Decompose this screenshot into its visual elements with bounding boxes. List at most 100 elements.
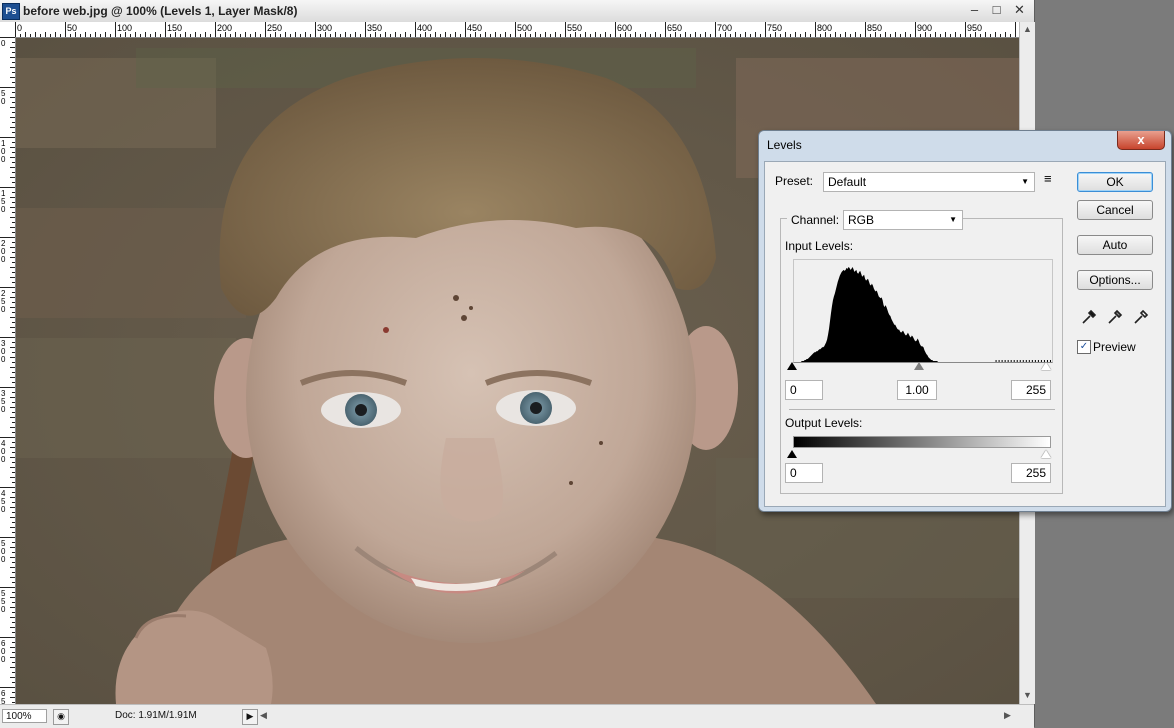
histogram-tail-dot <box>1031 360 1033 362</box>
ruler-left-label: 0 <box>1 255 6 264</box>
histogram-tail-dot <box>995 360 997 362</box>
input-levels-label: Input Levels: <box>785 239 854 253</box>
histogram <box>793 259 1053 363</box>
document-title: before web.jpg @ 100% (Levels 1, Layer M… <box>23 4 298 18</box>
preview-checkbox[interactable]: ✓ <box>1077 340 1091 354</box>
ruler-left-label: 0 <box>1 205 6 214</box>
ruler-left-label: 0 <box>1 605 6 614</box>
histogram-tail-dot <box>1004 360 1006 362</box>
ruler-left-label: 0 <box>1 355 6 364</box>
ruler-top-label: 250 <box>267 23 282 33</box>
histogram-tail-dot <box>1013 360 1015 362</box>
ruler-top-label: 650 <box>667 23 682 33</box>
histogram-area <box>794 266 1052 362</box>
close-document-icon[interactable]: ✕ <box>1011 3 1028 18</box>
ruler-left-label: 0 <box>1 455 6 464</box>
document-titlebar[interactable]: Ps before web.jpg @ 100% (Levels 1, Laye… <box>0 0 1034 23</box>
levels-separator <box>789 409 1055 410</box>
ruler-top-label: 50 <box>67 23 77 33</box>
output-levels-label: Output Levels: <box>785 416 863 430</box>
ruler-top-label: 150 <box>167 23 182 33</box>
maximize-icon[interactable]: □ <box>988 3 1005 18</box>
histogram-tail-dot <box>1034 360 1036 362</box>
preset-options-icon[interactable]: ≡ <box>1044 171 1052 186</box>
horizontal-ruler[interactable]: 0 50 100 150 200 250 300 350 400 450 500 550 600 650 7… <box>15 22 1019 38</box>
ruler-top-label: 900 <box>917 23 932 33</box>
ruler-top-label: 200 <box>217 23 232 33</box>
histogram-tail-dot <box>1022 360 1024 362</box>
scroll-right-icon[interactable]: ▶ <box>1004 710 1011 721</box>
channel-dropdown[interactable]: RGB ▼ <box>843 210 963 230</box>
histogram-tail-dot <box>1037 360 1039 362</box>
status-menu-icon[interactable]: ◉ <box>53 709 69 725</box>
scroll-up-icon[interactable]: ▲ <box>1023 24 1032 34</box>
scroll-left-icon[interactable]: ◀ <box>260 710 267 721</box>
input-gamma-slider[interactable] <box>914 362 924 370</box>
ruler-top-label: 350 <box>367 23 382 33</box>
ruler-top-label: 450 <box>467 23 482 33</box>
dialog-title: Levels <box>767 138 802 152</box>
preset-dropdown[interactable]: Default ▼ <box>823 172 1035 192</box>
chevron-down-icon: ▼ <box>1021 177 1029 186</box>
vertical-ruler[interactable]: 050100150200250300350400450500550600650 <box>0 37 16 704</box>
histogram-tail-dot <box>1016 360 1018 362</box>
ruler-left-label: 0 <box>1 555 6 564</box>
input-black-field[interactable]: 0 <box>785 380 823 400</box>
input-white-field[interactable]: 255 <box>1011 380 1051 400</box>
histogram-tail-dot <box>998 360 1000 362</box>
ruler-left-label: 5 <box>1 697 6 704</box>
ruler-top-label: 100 <box>117 23 132 33</box>
dialog-close-button[interactable]: x <box>1117 131 1165 150</box>
ruler-left-label: 0 <box>1 305 6 314</box>
histogram-tail-dot <box>1019 360 1021 362</box>
status-arrow-icon[interactable]: ▶ <box>242 709 258 725</box>
chevron-down-icon: ▼ <box>949 215 957 224</box>
zoom-level-field[interactable]: 100% <box>2 709 47 723</box>
photoshop-app-icon: Ps <box>2 3 20 20</box>
histogram-tail-dot <box>1028 360 1030 362</box>
channel-value: RGB <box>848 213 875 227</box>
ok-button[interactable]: OK <box>1077 172 1153 192</box>
minimize-icon[interactable]: – <box>966 3 983 18</box>
input-gamma-field[interactable]: 1.00 <box>897 380 937 400</box>
status-bar: 100% ◉ Doc: 1.91M/1.91M ▶ ◀ ▶ <box>0 704 1034 728</box>
gray-eyedropper-icon[interactable] <box>1106 308 1124 326</box>
preset-value: Default <box>828 175 867 189</box>
preset-label: Preset: <box>775 174 814 188</box>
ruler-top-label: 800 <box>817 23 832 33</box>
ruler-origin[interactable] <box>0 22 16 38</box>
histogram-tail-dot <box>1007 360 1009 362</box>
cancel-button[interactable]: Cancel <box>1077 200 1153 220</box>
black-eyedropper-icon[interactable] <box>1080 308 1098 326</box>
output-white-slider[interactable] <box>1041 450 1051 458</box>
ruler-top-label: 700 <box>717 23 732 33</box>
ruler-top-label: 0 <box>17 23 22 33</box>
options-button[interactable]: Options... <box>1077 270 1153 290</box>
preview-label: Preview <box>1093 340 1136 354</box>
ruler-top-label: 300 <box>317 23 332 33</box>
ruler-top-label: 750 <box>767 23 782 33</box>
ruler-top-label: 600 <box>617 23 632 33</box>
ruler-left-label: 0 <box>1 155 6 164</box>
dialog-body: Preset: Default ▼ ≡ Channel: RGB ▼ Input… <box>764 161 1166 507</box>
histogram-tail-dot <box>1001 360 1003 362</box>
input-white-slider[interactable] <box>1041 362 1051 370</box>
scroll-down-icon[interactable]: ▼ <box>1023 690 1032 700</box>
levels-dialog: Levels x Preset: Default ▼ ≡ Channel: RG… <box>758 130 1172 512</box>
channel-label: Channel: <box>787 213 844 227</box>
output-black-slider[interactable] <box>787 450 797 458</box>
histogram-tail-dot <box>1010 360 1012 362</box>
auto-button[interactable]: Auto <box>1077 235 1153 255</box>
ruler-top-label: 400 <box>417 23 432 33</box>
input-black-slider[interactable] <box>787 362 797 370</box>
horizontal-scrollbar[interactable]: ◀ ▶ <box>258 709 1018 723</box>
ruler-left-label: 0 <box>1 97 6 106</box>
document-size-info: Doc: 1.91M/1.91M <box>115 710 197 721</box>
ruler-left-label: 0 <box>1 39 6 48</box>
white-eyedropper-icon[interactable] <box>1132 308 1150 326</box>
output-black-field[interactable]: 0 <box>785 463 823 483</box>
ruler-top-label: 500 <box>517 23 532 33</box>
output-white-field[interactable]: 255 <box>1011 463 1051 483</box>
ruler-left-label: 0 <box>1 655 6 664</box>
ruler-top-label: 950 <box>967 23 982 33</box>
